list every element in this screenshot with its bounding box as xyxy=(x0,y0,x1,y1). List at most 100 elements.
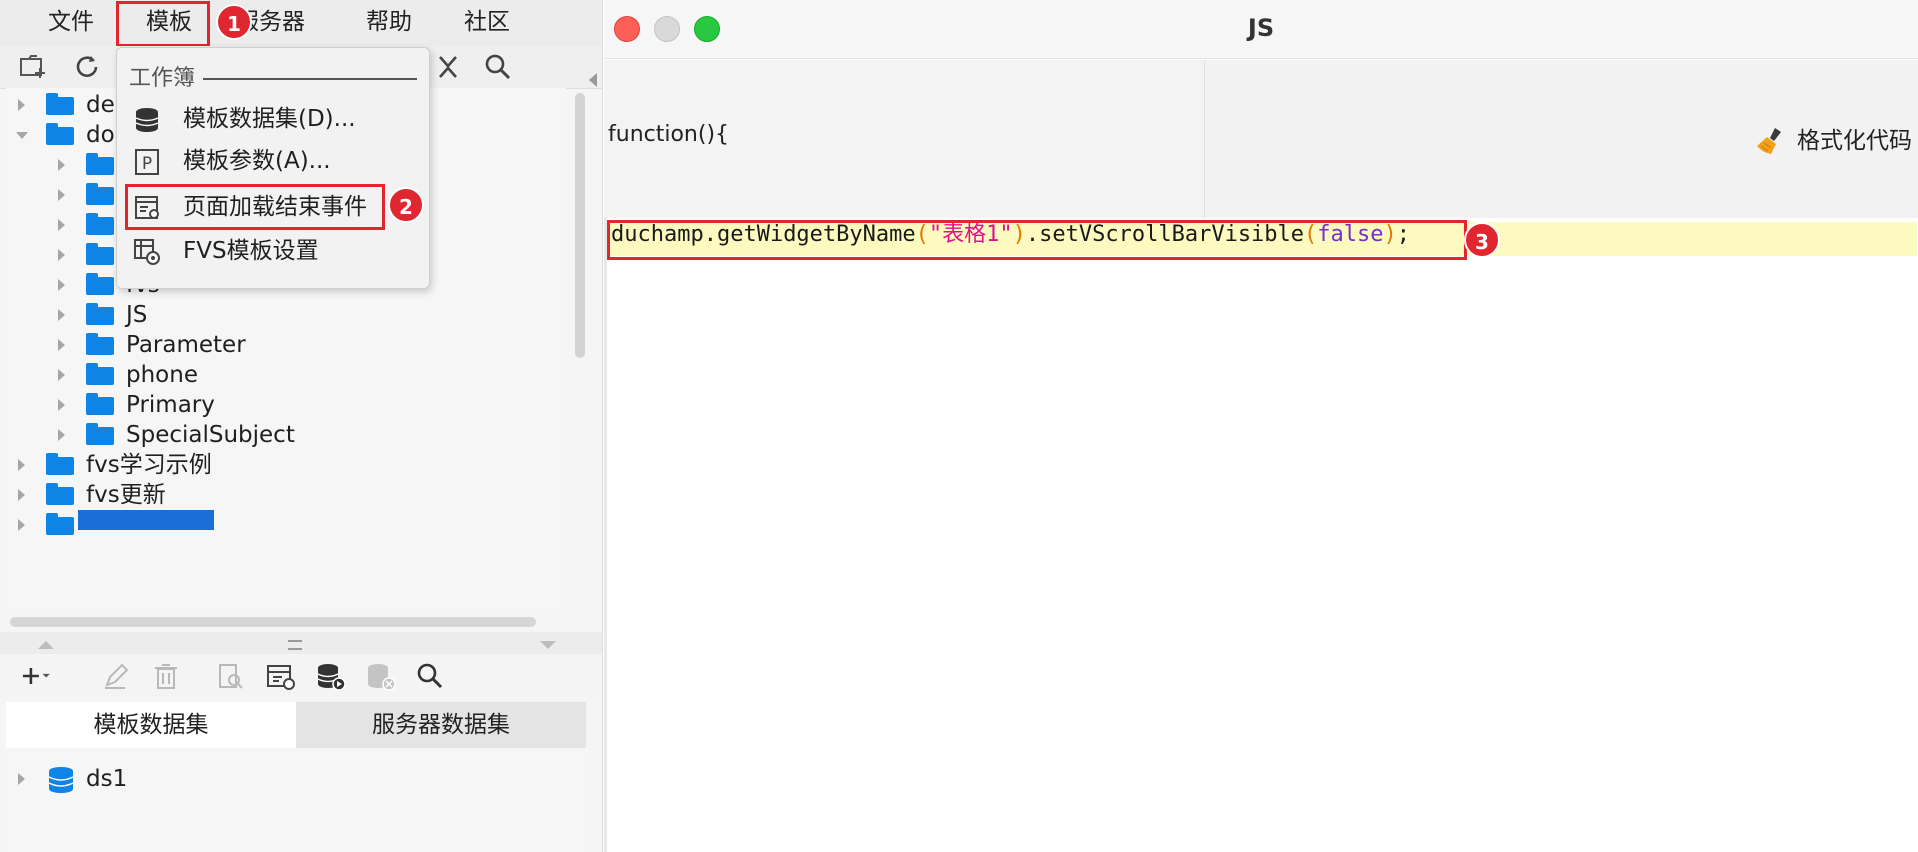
tree-item-label: Primary xyxy=(126,392,215,418)
menu-bar: 文件 模板 服务器 帮助 社区 xyxy=(0,0,602,46)
splitter-grip-icon[interactable] xyxy=(288,640,302,650)
js-editor-window: JS function(){ 格式化代码 duchamp.getWidgetBy… xyxy=(604,0,1918,852)
selected-tree-item[interactable] xyxy=(78,510,214,530)
dataset-icon xyxy=(48,767,74,793)
template-dropdown-menu: 工作簿 模板数据集(D)... P 模板参数(A)... 页面加载结束事件 FV… xyxy=(116,47,430,289)
dataset-tabs: 模板数据集 服务器数据集 xyxy=(6,702,586,748)
tree-item[interactable]: JS xyxy=(6,298,566,332)
add-dataset-icon[interactable] xyxy=(20,660,52,692)
search-icon[interactable] xyxy=(482,52,514,82)
expand-arrow-icon[interactable] xyxy=(18,773,25,785)
expand-arrow-icon[interactable] xyxy=(58,159,65,171)
template-menu-highlight xyxy=(116,1,210,47)
folder-icon xyxy=(86,303,114,325)
tree-item[interactable]: fvs更新 xyxy=(6,478,566,512)
expand-arrow-icon[interactable] xyxy=(58,219,65,231)
step-badge-1: 1 xyxy=(216,4,252,40)
popup-section-workbook: 工作簿 xyxy=(129,66,196,91)
list-item[interactable]: ds1 xyxy=(6,762,566,796)
folder-icon xyxy=(46,483,74,505)
code-highlight-box xyxy=(607,220,1467,260)
menu-item-template-parameters[interactable]: P 模板参数(A)... xyxy=(117,140,429,182)
expand-arrow-icon[interactable] xyxy=(58,339,65,351)
expand-arrow-icon[interactable] xyxy=(58,189,65,201)
tree-vertical-scrollbar[interactable] xyxy=(575,93,585,358)
collapse-all-icon[interactable] xyxy=(432,52,464,82)
collapse-panel-arrow-icon[interactable] xyxy=(589,73,597,87)
folder-icon xyxy=(86,153,114,175)
expand-arrow-icon[interactable] xyxy=(18,489,25,501)
tree-horizontal-scrollbar[interactable] xyxy=(10,617,536,627)
delete-icon xyxy=(155,664,177,689)
code-editor[interactable]: duchamp.getWidgetByName("表格1").setVScrol… xyxy=(604,218,1918,852)
tree-item[interactable]: fvs学习示例 xyxy=(6,448,566,482)
tree-item-label: JS xyxy=(126,302,148,328)
expand-arrow-icon[interactable] xyxy=(18,99,25,111)
step-badge-3: 3 xyxy=(1464,222,1500,258)
expand-arrow-icon[interactable] xyxy=(18,519,25,531)
tree-item[interactable]: SpecialSubject xyxy=(6,418,566,452)
folder-icon xyxy=(86,273,114,295)
database-remove-icon xyxy=(368,664,396,691)
dataset-search-icon[interactable] xyxy=(414,660,446,692)
expand-arrow-icon[interactable] xyxy=(58,369,65,381)
tree-item-label: do xyxy=(86,122,115,148)
folder-icon xyxy=(86,243,114,265)
menu-item-label: FVS模板设置 xyxy=(183,238,319,264)
tree-item[interactable]: Primary xyxy=(6,388,566,422)
collapse-arrow-icon[interactable] xyxy=(16,132,28,139)
preview-icon xyxy=(219,664,243,689)
menu-item-fvs-settings[interactable]: FVS模板设置 xyxy=(117,230,429,272)
splitter-down-icon[interactable] xyxy=(540,641,556,649)
folder-icon xyxy=(86,423,114,445)
tree-item-label: fvs更新 xyxy=(86,482,166,508)
expand-arrow-icon[interactable] xyxy=(18,459,25,471)
folder-icon xyxy=(86,333,114,355)
format-code-button[interactable]: 格式化代码 xyxy=(1755,122,1912,160)
expand-arrow-icon[interactable] xyxy=(58,249,65,261)
folder-icon xyxy=(46,453,74,475)
dataset-settings-icon[interactable] xyxy=(264,660,296,692)
menu-item-label: 模板参数(A)... xyxy=(183,148,331,174)
folder-icon xyxy=(86,363,114,385)
window-title: JS xyxy=(1247,14,1275,42)
dataset-list: ds1 xyxy=(6,750,586,852)
section-divider xyxy=(203,78,417,80)
tree-item[interactable]: phone xyxy=(6,358,566,392)
menu-community[interactable]: 社区 xyxy=(464,0,510,46)
expand-arrow-icon[interactable] xyxy=(58,279,65,291)
tab-template-datasets[interactable]: 模板数据集 xyxy=(6,702,296,748)
step-badge-2: 2 xyxy=(388,187,424,223)
tree-item-label: fvs学习示例 xyxy=(86,452,212,478)
folder-icon xyxy=(46,513,74,535)
new-folder-icon[interactable] xyxy=(18,52,50,82)
tree-item-label: de xyxy=(86,92,115,118)
function-header-box: function(){ xyxy=(604,60,1205,218)
expand-arrow-icon[interactable] xyxy=(58,309,65,321)
folder-icon xyxy=(86,183,114,205)
tab-server-datasets[interactable]: 服务器数据集 xyxy=(296,702,586,748)
refresh-icon[interactable] xyxy=(72,52,104,82)
edit-icon xyxy=(105,663,129,689)
menu-item-label: 模板数据集(D)... xyxy=(183,106,356,132)
splitter-up-icon[interactable] xyxy=(38,641,54,649)
database-run-icon[interactable] xyxy=(314,660,346,692)
window-titlebar: JS xyxy=(604,0,1918,59)
folder-icon xyxy=(46,123,74,145)
page-load-event-highlight xyxy=(125,184,385,230)
menu-help[interactable]: 帮助 xyxy=(366,0,412,46)
format-code-label: 格式化代码 xyxy=(1797,128,1912,154)
tree-item[interactable]: Parameter xyxy=(6,328,566,362)
dataset-name: ds1 xyxy=(86,766,128,792)
dataset-toolbar xyxy=(0,654,602,696)
menu-item-template-datasets[interactable]: 模板数据集(D)... xyxy=(117,98,429,140)
fvs-settings-icon xyxy=(134,239,160,265)
expand-arrow-icon[interactable] xyxy=(58,429,65,441)
editor-header: function(){ 格式化代码 xyxy=(604,60,1918,218)
tree-item-label: phone xyxy=(126,362,198,388)
menu-file[interactable]: 文件 xyxy=(48,0,94,46)
folder-icon xyxy=(46,93,74,115)
database-icon xyxy=(135,108,159,132)
expand-arrow-icon[interactable] xyxy=(58,399,65,411)
tree-item-label: SpecialSubject xyxy=(126,422,295,448)
